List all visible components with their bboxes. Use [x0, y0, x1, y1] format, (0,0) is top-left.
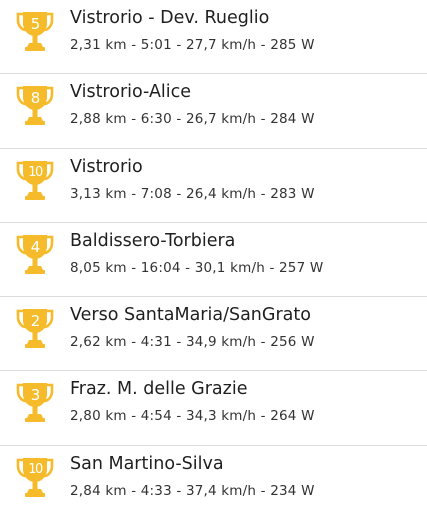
segment-name: Vistrorio-Alice [70, 82, 192, 103]
segment-name: Vistrorio - Dev. Rueglio [70, 8, 270, 28]
trophy-rank: 5 [30, 15, 41, 33]
segment-list: 5 Vistrorio - Dev. Rueglio 2,31 km - 5:0… [0, 0, 427, 512]
trophy-rank: 10 [28, 461, 43, 477]
trophy-icon: 5 [15, 11, 55, 53]
segment-row[interactable]: 8 Vistrorio-Alice 2,88 km - 6:30 - 26,7 … [0, 74, 427, 149]
segment-stats: 3,13 km - 7:08 - 26,4 km/h - 283 W [70, 185, 315, 202]
segment-name: San Martino-Silva [70, 453, 224, 474]
segment-stats: 2,88 km - 6:30 - 26,7 km/h - 284 W [70, 111, 315, 128]
trophy-rank: 4 [30, 237, 41, 256]
segment-stats: 2,84 km - 4:33 - 37,4 km/h - 234 W [70, 482, 315, 499]
segment-stats: 2,31 km - 5:01 - 27,7 km/h - 285 W [70, 37, 315, 53]
trophy-rank: 10 [28, 164, 43, 180]
trophy-rank: 2 [30, 312, 41, 331]
segment-stats: 8,05 km - 16:04 - 30,1 km/h - 257 W [70, 259, 324, 276]
segment-name: Baldissero-Torbiera [70, 230, 236, 251]
segment-row[interactable]: 10 Vistrorio 3,13 km - 7:08 - 26,4 km/h … [0, 149, 427, 223]
trophy-icon: 2 [15, 308, 55, 350]
trophy-icon: 10 [15, 160, 55, 202]
segment-stats: 2,62 km - 4:31 - 34,9 km/h - 256 W [70, 334, 315, 351]
segment-stats: 2,80 km - 4:54 - 34,3 km/h - 264 W [70, 408, 315, 425]
segment-name: Fraz. M. delle Grazie [70, 379, 248, 400]
trophy-rank: 8 [30, 89, 41, 108]
trophy-icon: 8 [15, 85, 55, 127]
segment-row[interactable]: 4 Baldissero-Torbiera 8,05 km - 16:04 - … [0, 223, 427, 298]
segment-row[interactable]: 10 San Martino-Silva 2,84 km - 4:33 - 37… [0, 446, 427, 512]
trophy-icon: 10 [15, 457, 55, 499]
segment-row[interactable]: 2 Verso SantaMaria/SanGrato 2,62 km - 4:… [0, 297, 427, 372]
segment-name: Vistrorio [70, 156, 143, 177]
segment-row[interactable]: 3 Fraz. M. delle Grazie 2,80 km - 4:54 -… [0, 371, 427, 446]
trophy-rank: 3 [30, 386, 41, 405]
trophy-icon: 3 [15, 382, 55, 424]
segment-row[interactable]: 5 Vistrorio - Dev. Rueglio 2,31 km - 5:0… [0, 0, 427, 75]
trophy-icon: 4 [15, 234, 55, 276]
segment-name: Verso SantaMaria/SanGrato [70, 305, 311, 326]
